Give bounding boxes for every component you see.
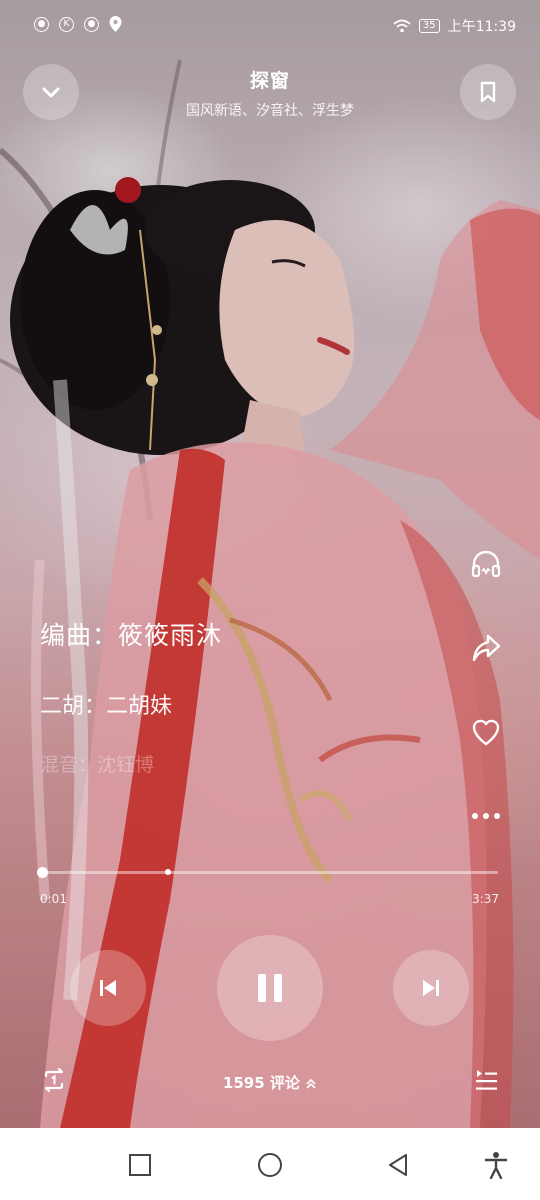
status-right-icons: 35 上午11:39: [393, 16, 516, 36]
accessibility-button[interactable]: [478, 1150, 514, 1180]
headphones-icon: [471, 550, 501, 578]
sound-effect-button[interactable]: [468, 546, 504, 582]
pause-button[interactable]: [217, 935, 323, 1041]
more-button[interactable]: [468, 798, 504, 834]
like-button[interactable]: [468, 714, 504, 750]
k-icon: K: [59, 16, 74, 32]
heart-icon: [472, 719, 500, 746]
wifi-icon: [393, 19, 411, 33]
artist-name[interactable]: 国风新语、汐音社、浮生梦: [0, 100, 540, 120]
accessibility-icon: [485, 1152, 507, 1179]
song-title: 探窗: [249, 70, 290, 92]
home-button[interactable]: [252, 1150, 288, 1180]
system-navigation-bar: [0, 1128, 540, 1200]
record-icon: ●: [34, 16, 49, 32]
current-time: 0:01: [40, 892, 67, 906]
playlist-button[interactable]: [469, 1063, 503, 1097]
record-icon: ●: [84, 16, 99, 32]
next-button[interactable]: [393, 950, 469, 1026]
comments-link[interactable]: 1595 评论: [0, 1072, 540, 1093]
playlist-icon: [476, 1070, 497, 1090]
previous-button[interactable]: [70, 950, 146, 1026]
more-icon: [472, 813, 500, 819]
location-icon: [109, 16, 122, 32]
status-time: 上午11:39: [447, 19, 516, 35]
back-icon: [389, 1154, 407, 1176]
share-button[interactable]: [468, 630, 504, 666]
total-time: 3:37: [472, 892, 499, 906]
bookmark-icon: [480, 81, 496, 103]
chevron-up-icon: [306, 1078, 316, 1089]
pause-icon: [258, 974, 282, 1002]
bookmark-button[interactable]: [460, 64, 516, 120]
lyric-line-current[interactable]: 编曲：筱筱雨沐: [40, 616, 222, 652]
lyric-line-next[interactable]: 二胡：二胡妹: [40, 688, 172, 720]
recent-apps-icon: [129, 1154, 151, 1176]
skip-next-icon: [423, 980, 439, 996]
lyric-line-faded[interactable]: 混音：沈钰博: [40, 750, 154, 777]
status-bar: ● K ● 35 上午11:39: [0, 0, 540, 56]
home-icon: [258, 1153, 282, 1177]
skip-previous-icon: [100, 980, 116, 996]
back-button[interactable]: [380, 1150, 416, 1180]
progress-bar[interactable]: [37, 867, 498, 878]
share-icon: [472, 634, 501, 662]
recent-apps-button[interactable]: [122, 1150, 158, 1180]
status-left-icons: ● K ●: [34, 16, 122, 32]
battery-icon: 35: [418, 19, 440, 33]
comments-label: 1595 评论: [222, 1074, 300, 1092]
